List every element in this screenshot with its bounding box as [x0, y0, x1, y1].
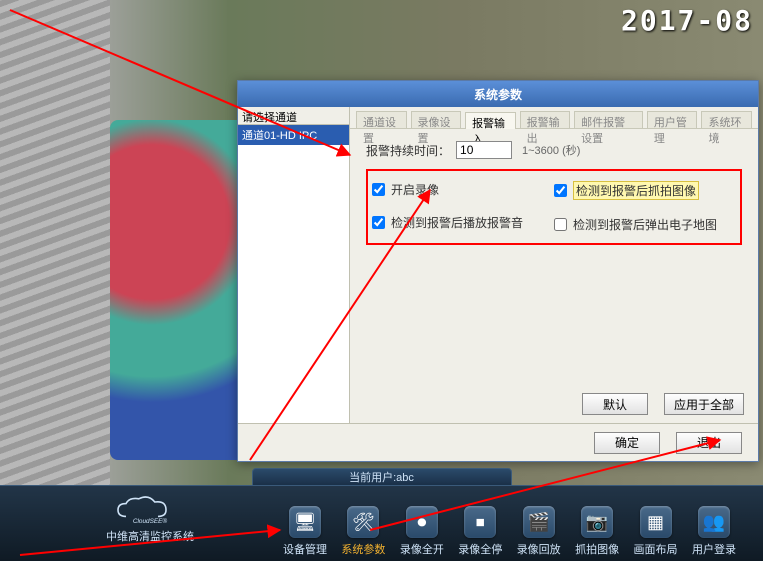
tool-label: 设备管理	[283, 541, 327, 557]
tool-label: 录像全停	[458, 541, 502, 557]
enable-record-label: 开启录像	[391, 181, 439, 198]
alarm-duration-input[interactable]	[456, 141, 512, 159]
snapshot-icon: 📷	[581, 506, 613, 538]
bottom-toolbar: 当前用户:abc CloudSEE® 中维高清监控系统 🖥设备管理🛠系统参数⏺录…	[0, 485, 763, 561]
form-area: 报警持续时间： 1~3600 (秒) 开启录像 检测	[350, 129, 758, 423]
tool-system-params[interactable]: 🛠 系统参数	[338, 506, 388, 557]
tab-record-settings[interactable]: 录像设置	[411, 111, 462, 128]
default-button[interactable]: 默认	[582, 393, 648, 415]
tool-layout[interactable]: ▦ 画面布局	[631, 506, 681, 557]
ok-button[interactable]: 确定	[594, 432, 660, 454]
tool-label: 系统参数	[341, 541, 385, 557]
brand-logo: CloudSEE® 中维高清监控系统	[60, 494, 240, 544]
tool-user-login[interactable]: 👥 用户登录	[689, 506, 739, 557]
svg-text:CloudSEE®: CloudSEE®	[133, 517, 167, 525]
apply-all-button[interactable]: 应用于全部	[664, 393, 744, 415]
channel-panel-header: 请选择通道	[238, 107, 349, 125]
brand-text: 中维高清监控系统	[106, 528, 194, 544]
channel-item-01[interactable]: 通道01-HD IPC	[238, 125, 349, 145]
alarm-duration-label: 报警持续时间：	[366, 142, 450, 159]
system-params-dialog: 系统参数 请选择通道 通道01-HD IPC 通道设置 录像设置 报警输入 报警…	[237, 80, 759, 462]
tool-label: 录像全开	[400, 541, 444, 557]
play-sound-checkbox[interactable]	[372, 216, 385, 229]
exit-button[interactable]: 退出	[676, 432, 742, 454]
user-login-icon: 👥	[698, 506, 730, 538]
record-all-off-icon: ⏹	[464, 506, 496, 538]
tool-device-manage[interactable]: 🖥 设备管理	[280, 506, 330, 557]
tab-email-alarm[interactable]: 邮件报警设置	[574, 111, 643, 128]
tab-alarm-output[interactable]: 报警输出	[520, 111, 571, 128]
highlighted-options-box: 开启录像 检测到报警后播放报警音 检测到报警后抓拍图像	[366, 169, 742, 245]
tool-record-all-off[interactable]: ⏹ 录像全停	[455, 506, 505, 557]
enable-record-checkbox[interactable]	[372, 183, 385, 196]
record-all-on-icon: ⏺	[406, 506, 438, 538]
tool-label: 录像回放	[517, 541, 561, 557]
tool-label: 用户登录	[692, 541, 736, 557]
system-params-icon: 🛠	[347, 506, 379, 538]
device-manage-icon: 🖥	[289, 506, 321, 538]
tool-snapshot[interactable]: 📷 抓拍图像	[572, 506, 622, 557]
video-timestamp: 2017-08	[621, 4, 753, 37]
snap-on-alarm-checkbox[interactable]	[554, 184, 567, 197]
snap-on-alarm-label: 检测到报警后抓拍图像	[573, 181, 699, 200]
play-sound-label: 检测到报警后播放报警音	[391, 214, 523, 231]
tool-playback[interactable]: 🎬 录像回放	[514, 506, 564, 557]
channel-list[interactable]: 通道01-HD IPC	[238, 125, 349, 423]
popup-map-checkbox[interactable]	[554, 218, 567, 231]
dialog-title: 系统参数	[238, 81, 758, 107]
tab-user-manage[interactable]: 用户管理	[647, 111, 698, 128]
dialog-footer: 确定 退出	[238, 423, 758, 461]
tab-alarm-input[interactable]: 报警输入	[465, 112, 516, 129]
tool-label: 抓拍图像	[575, 541, 619, 557]
channel-panel: 请选择通道 通道01-HD IPC	[238, 107, 350, 423]
current-user-strip: 当前用户:abc	[252, 468, 512, 486]
tab-channel-settings[interactable]: 通道设置	[356, 111, 407, 128]
alarm-duration-hint: 1~3600 (秒)	[522, 142, 580, 158]
layout-icon: ▦	[640, 506, 672, 538]
popup-map-label: 检测到报警后弹出电子地图	[573, 216, 717, 233]
cloudsee-logo-icon: CloudSEE®	[100, 494, 200, 526]
playback-icon: 🎬	[523, 506, 555, 538]
settings-tabs: 通道设置 录像设置 报警输入 报警输出 邮件报警设置 用户管理 系统环境	[350, 107, 758, 129]
tool-label: 画面布局	[634, 541, 678, 557]
tab-system-env[interactable]: 系统环境	[701, 111, 752, 128]
tool-record-all-on[interactable]: ⏺ 录像全开	[397, 506, 447, 557]
